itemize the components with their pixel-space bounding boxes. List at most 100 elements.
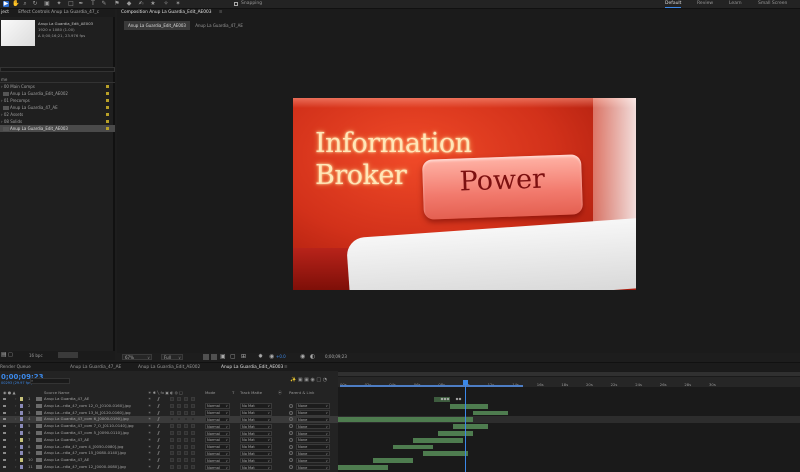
rotate-tool-icon[interactable]: ↻ bbox=[32, 1, 38, 7]
layer-row[interactable]: › 5 Anup La Guardia_47_com 7_O_[0110-0140]… bbox=[0, 423, 338, 430]
parent-dropdown[interactable]: None ∨ bbox=[296, 403, 330, 409]
layer-switch-box[interactable] bbox=[177, 431, 181, 435]
visibility-eye-icon[interactable] bbox=[3, 445, 6, 448]
layer-label-color[interactable] bbox=[20, 458, 23, 463]
bpc-label[interactable]: 16 bpc bbox=[29, 353, 43, 358]
camera-tool-icon[interactable]: ▣ bbox=[44, 1, 50, 7]
blend-mode-dropdown[interactable]: Normal ∨ bbox=[205, 430, 230, 436]
quality-switch-icon[interactable] bbox=[157, 424, 167, 429]
project-item[interactable]: Anup La Guardia_Edit_AE002 bbox=[0, 90, 115, 97]
comp-tab-47-ae[interactable]: Anup La Guardia_47_AE bbox=[191, 21, 247, 30]
layer-source-name[interactable]: Anup La...rdia_47_com 12_O_[0100-0160].j… bbox=[44, 403, 131, 410]
layer-label-color[interactable] bbox=[20, 465, 23, 469]
quality-switch-icon[interactable] bbox=[157, 431, 167, 435]
project-item[interactable]: › 01 Precomps bbox=[0, 97, 115, 104]
parent-dropdown[interactable]: None ∨ bbox=[296, 464, 330, 470]
workspace-review[interactable]: Review bbox=[697, 1, 713, 6]
layer-row[interactable]: › 8 Anup La...rdia_47_com 4_[0050-0080].jp… bbox=[0, 444, 338, 451]
brush-tool-icon[interactable]: ✎ bbox=[101, 1, 107, 7]
trash-icon[interactable] bbox=[58, 352, 78, 358]
tab-effect-controls[interactable]: Effect Controls Anup La Guardia_47_c bbox=[14, 9, 103, 17]
composition-viewer[interactable]: Information Broker Power bbox=[293, 98, 636, 290]
track-matte-header[interactable]: Track Matte bbox=[240, 390, 262, 395]
layer-switch-box[interactable] bbox=[191, 431, 195, 435]
exposure-value[interactable]: +0.0 bbox=[276, 353, 286, 361]
playhead-line[interactable] bbox=[465, 385, 466, 472]
shy-switch-icon[interactable]: ☀ bbox=[148, 404, 152, 408]
layer-source-name[interactable]: Anup La...rdia_47_com 15_[0080-0140].jpg bbox=[44, 450, 126, 457]
project-item[interactable]: Anup La Guardia_47_AE bbox=[0, 104, 115, 111]
blend-mode-dropdown[interactable]: Normal ∨ bbox=[205, 410, 230, 416]
blend-mode-dropdown[interactable]: Normal ∨ bbox=[205, 457, 230, 464]
layer-search-input[interactable] bbox=[30, 378, 70, 384]
layer-switch-box[interactable] bbox=[170, 431, 174, 435]
puppet-starch-tool-icon[interactable]: ✶ bbox=[175, 1, 181, 7]
project-item[interactable]: › 00 Main Comps bbox=[0, 83, 115, 90]
quality-switch-icon[interactable] bbox=[157, 437, 167, 442]
layer-switch-box[interactable] bbox=[170, 403, 174, 408]
parent-dropdown[interactable]: None ∨ bbox=[296, 437, 330, 443]
visibility-eye-icon[interactable] bbox=[3, 411, 6, 414]
quality-switch-icon[interactable] bbox=[157, 465, 167, 469]
layer-switch-box[interactable] bbox=[170, 397, 174, 401]
quality-switch-icon[interactable] bbox=[157, 397, 167, 401]
quality-switch-icon[interactable] bbox=[157, 410, 167, 415]
pick-whip-icon[interactable] bbox=[289, 437, 293, 442]
layer-switch-box[interactable] bbox=[177, 397, 181, 401]
project-item[interactable]: › 08 Solids bbox=[0, 118, 115, 125]
workspace-small-screen[interactable]: Small Screen bbox=[758, 1, 787, 6]
layer-switch-box[interactable] bbox=[170, 444, 174, 449]
visibility-eye-icon[interactable] bbox=[3, 404, 6, 407]
layer-row[interactable]: › 4 Anup La Guardia_47_com 6_[0000-0190].j… bbox=[0, 416, 338, 424]
shy-switch-icon[interactable]: ☀ bbox=[148, 465, 152, 469]
close-icon[interactable]: ≡ bbox=[219, 10, 223, 15]
resolution-dropdown[interactable]: Full ∨ bbox=[161, 354, 183, 360]
track-matte-dropdown[interactable]: No Mat ∨ bbox=[240, 423, 272, 430]
layer-switch-box[interactable] bbox=[184, 431, 188, 435]
pick-whip-icon[interactable] bbox=[289, 424, 293, 429]
layer-duration-bar[interactable] bbox=[473, 410, 508, 416]
twirl-arrow-icon[interactable]: › bbox=[15, 430, 17, 437]
work-area-bar[interactable] bbox=[340, 385, 523, 387]
transparency-grid-icon[interactable] bbox=[211, 354, 217, 360]
twirl-arrow-icon[interactable]: › bbox=[15, 416, 17, 423]
layer-duration-bar[interactable] bbox=[338, 465, 388, 470]
shy-switch-icon[interactable]: ☀ bbox=[148, 431, 152, 435]
layer-duration-bar[interactable] bbox=[423, 451, 468, 457]
layer-duration-bar[interactable] bbox=[453, 424, 488, 429]
pick-whip-icon[interactable] bbox=[289, 403, 293, 408]
layer-row[interactable]: › 6 Anup La Guardia_47_com 5_[0090-0110].j… bbox=[0, 430, 338, 437]
twirl-arrow-icon[interactable]: › bbox=[15, 450, 17, 457]
visibility-eye-icon[interactable] bbox=[3, 452, 6, 455]
layer-source-name[interactable]: Anup La...rdia_47_com 12_[0000-0080].jpg bbox=[44, 464, 126, 471]
quality-switch-icon[interactable] bbox=[157, 451, 167, 456]
t-header[interactable]: T bbox=[232, 390, 234, 395]
twirl-arrow-icon[interactable]: › bbox=[15, 437, 17, 444]
layer-switch-box[interactable] bbox=[191, 444, 195, 449]
label-color-swatch[interactable] bbox=[106, 120, 109, 123]
layer-switch-box[interactable] bbox=[184, 403, 188, 408]
layer-source-name[interactable]: Anup La Guardia_47_com 6_[0000-0190].jpg bbox=[44, 416, 129, 423]
blend-mode-dropdown[interactable]: Normal ∨ bbox=[205, 437, 230, 443]
layer-switch-box[interactable] bbox=[184, 410, 188, 415]
parent-dropdown[interactable]: None ∨ bbox=[296, 450, 330, 457]
layer-switch-box[interactable] bbox=[191, 424, 195, 429]
layer-source-name[interactable]: Anup La Guardia_47_com 7_O_[0110-0140].j… bbox=[44, 423, 134, 430]
track-matte-dropdown[interactable]: No Mat ∨ bbox=[240, 437, 272, 443]
blend-mode-dropdown[interactable]: Normal ∨ bbox=[205, 423, 230, 430]
layer-switch-box[interactable] bbox=[177, 437, 181, 442]
selection-tool-icon[interactable]: ▶ bbox=[3, 1, 9, 7]
comp-tab-edit-ae003[interactable]: Anup La Guardia_Edit_AE003 bbox=[124, 21, 190, 30]
shy-switch-icon[interactable]: ☀ bbox=[148, 424, 152, 428]
pan-behind-tool-icon[interactable]: ✦ bbox=[56, 1, 62, 7]
blend-mode-dropdown[interactable]: Normal ∨ bbox=[205, 464, 230, 470]
layer-row[interactable]: › 7 Anup La Guardia_47_AE ☀ Normal ∨ No Mat ∨ No… bbox=[0, 437, 338, 444]
label-color-swatch[interactable] bbox=[106, 92, 109, 95]
workspace-default[interactable]: Default bbox=[665, 1, 681, 6]
layer-switch-box[interactable] bbox=[170, 465, 174, 469]
layer-label-color[interactable] bbox=[20, 397, 23, 401]
puppet-pin-tool-icon[interactable]: ✧ bbox=[163, 1, 169, 7]
twirl-arrow-icon[interactable]: › bbox=[15, 403, 17, 410]
blend-mode-dropdown[interactable]: Normal ∨ bbox=[205, 444, 230, 450]
project-search-input[interactable] bbox=[0, 67, 115, 72]
